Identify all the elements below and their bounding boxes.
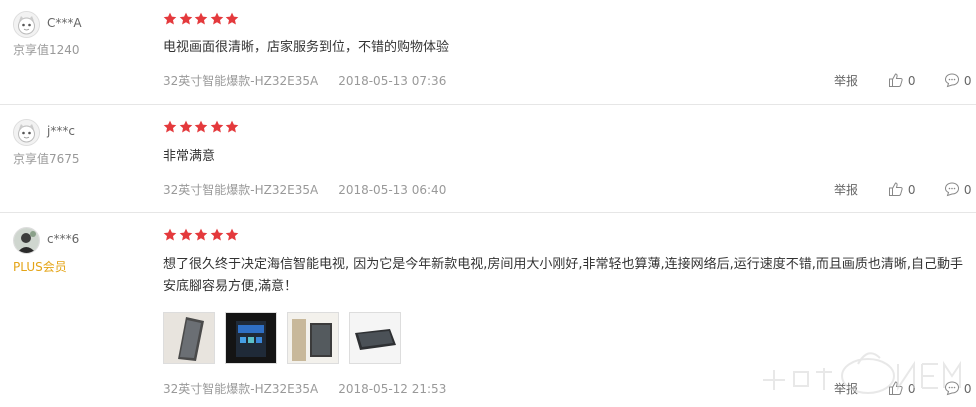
- comment-bubble-icon: [944, 73, 960, 88]
- review-comment: 想了很久终于决定海信智能电视, 因为它是今年新款电视,房间用大小刚好,非常轻也算…: [163, 257, 964, 294]
- rating-stars: [163, 12, 241, 26]
- review-date: 2018-05-12 21:53: [338, 382, 447, 396]
- star-icon: [225, 228, 239, 242]
- product-variant: 32英寸智能爆款-HZ32E35A: [163, 183, 319, 197]
- star-icon: [225, 120, 239, 134]
- review-date: 2018-05-13 06:40: [338, 183, 447, 197]
- like-count: 0: [907, 74, 916, 88]
- like-count: 0: [907, 183, 916, 197]
- star-icon: [194, 120, 208, 134]
- tv-unboxing-photo: [288, 313, 338, 363]
- username: c***6: [47, 232, 80, 246]
- avatar[interactable]: [13, 119, 40, 146]
- username: C***A: [47, 16, 82, 30]
- comment-bubble-icon: [944, 182, 960, 197]
- user-level: 京享值7675: [13, 152, 80, 166]
- user-level: 京享值1240: [13, 43, 80, 57]
- review-item: C***A 京享值1240 电视画面很清晰，店家服务到位，不错的购物体验 32英…: [0, 0, 976, 104]
- review-photo-thumbnail[interactable]: [287, 312, 339, 364]
- user-photo-avatar-icon: [14, 228, 39, 253]
- review-comment: 非常满意: [163, 149, 216, 164]
- review-photo-thumbnail[interactable]: [163, 312, 215, 364]
- star-icon: [179, 12, 193, 26]
- review-meta: 32英寸智能爆款-HZ32E35A 2018-05-13 06:40: [163, 181, 446, 198]
- star-icon: [210, 228, 224, 242]
- review-date: 2018-05-13 07:36: [338, 74, 447, 88]
- rating-stars: [163, 120, 241, 134]
- reply-button[interactable]: 0: [944, 181, 971, 197]
- site-watermark-logo: [763, 352, 961, 394]
- rating-stars: [163, 228, 241, 242]
- reply-count: 0: [963, 74, 972, 88]
- star-icon: [210, 12, 224, 26]
- star-icon: [210, 120, 224, 134]
- avatar[interactable]: [13, 11, 40, 38]
- tv-screen-photo: [226, 313, 276, 363]
- star-icon: [194, 12, 208, 26]
- star-icon: [163, 120, 177, 134]
- reply-count: 0: [963, 183, 972, 197]
- review-photo-thumbnail[interactable]: [225, 312, 277, 364]
- username: j***c: [47, 124, 75, 138]
- product-variant: 32英寸智能爆款-HZ32E35A: [163, 382, 319, 396]
- report-link[interactable]: 举报: [834, 72, 858, 89]
- reply-button[interactable]: 0: [944, 72, 971, 88]
- star-icon: [179, 228, 193, 242]
- review-meta: 32英寸智能爆款-HZ32E35A 2018-05-13 07:36: [163, 72, 446, 89]
- default-avatar-icon: [14, 12, 39, 37]
- review-comment: 电视画面很清晰，店家服务到位，不错的购物体验: [163, 40, 450, 55]
- star-icon: [163, 228, 177, 242]
- user-level: PLUS会员: [13, 260, 67, 274]
- tv-front-photo: [350, 313, 400, 363]
- review-item: j***c 京享值7675 非常满意 32英寸智能爆款-HZ32E35A 2018…: [0, 105, 976, 212]
- review-photo-thumbnail[interactable]: [349, 312, 401, 364]
- product-variant: 32英寸智能爆款-HZ32E35A: [163, 74, 319, 88]
- star-icon: [194, 228, 208, 242]
- star-icon: [179, 120, 193, 134]
- review-meta: 32英寸智能爆款-HZ32E35A 2018-05-12 21:53: [163, 380, 446, 397]
- report-link[interactable]: 举报: [834, 181, 858, 198]
- star-icon: [163, 12, 177, 26]
- star-icon: [225, 12, 239, 26]
- like-button[interactable]: 0: [888, 181, 915, 197]
- avatar[interactable]: [13, 227, 40, 254]
- default-avatar-icon: [14, 120, 39, 145]
- tv-box-photo: [164, 313, 214, 363]
- like-button[interactable]: 0: [888, 72, 915, 88]
- thumbs-up-icon: [889, 182, 903, 196]
- thumbs-up-icon: [889, 73, 903, 87]
